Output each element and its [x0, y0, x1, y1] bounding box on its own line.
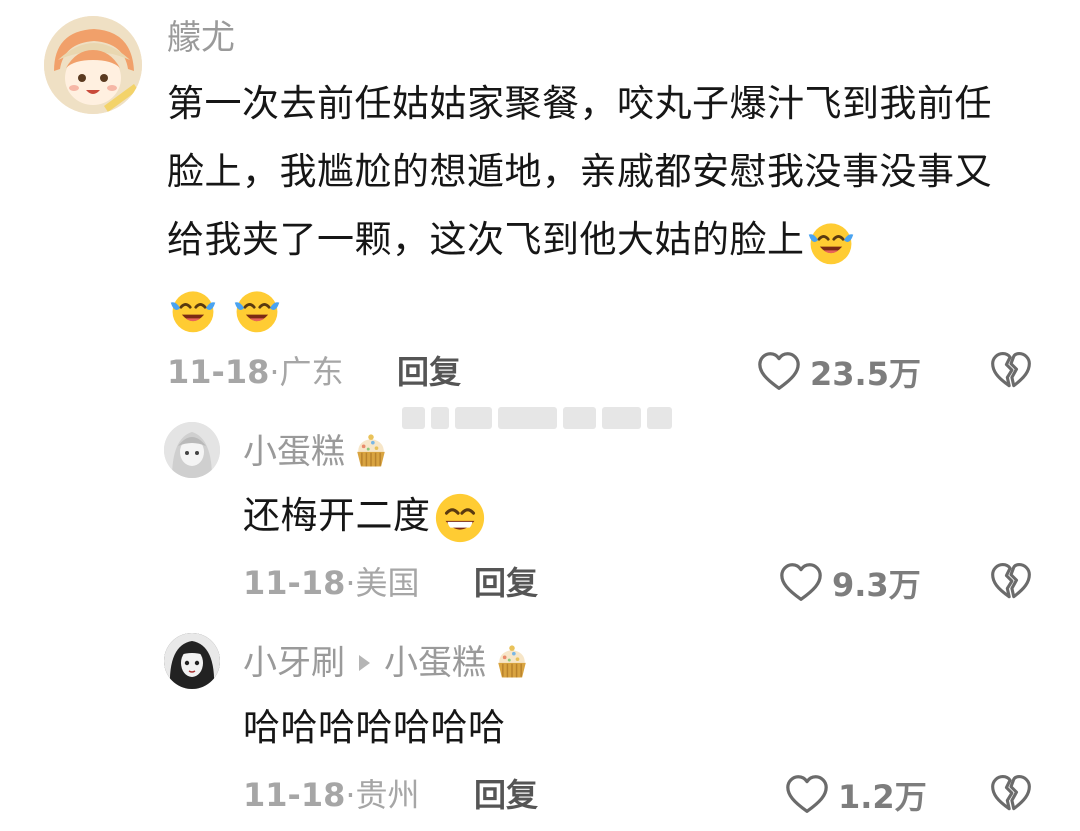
crying-laughing-emoji [167, 284, 219, 336]
heart-icon [784, 772, 830, 818]
comment-text: 还梅开二度 [243, 482, 843, 550]
crying-laughing-emoji [231, 284, 283, 336]
like-button[interactable]: 23.5万 [756, 349, 921, 395]
author-name: 小蛋糕 [243, 432, 345, 472]
reply-button[interactable]: 回复 [397, 352, 461, 392]
meta-separator: · [345, 776, 356, 814]
like-count: 23.5万 [810, 355, 921, 393]
grinning-emoji [433, 491, 487, 545]
heart-icon [756, 349, 802, 395]
like-count: 9.3万 [832, 566, 921, 604]
reply-button[interactable]: 回复 [474, 563, 538, 603]
comment-date: 11-18 [243, 776, 346, 814]
comment-text-content: 第一次去前任姑姑家聚餐，咬丸子爆汁飞到我前任脸上，我尴尬的想遁地，亲戚都安慰我没… [167, 82, 992, 261]
like-button[interactable]: 1.2万 [784, 772, 927, 818]
meta-separator: · [345, 564, 356, 602]
dislike-button[interactable] [989, 772, 1033, 816]
like-count: 1.2万 [838, 778, 927, 816]
reply-button[interactable]: 回复 [474, 775, 538, 815]
dislike-button[interactable] [989, 349, 1033, 393]
avatar[interactable] [44, 16, 142, 114]
comment-author[interactable]: 小牙刷 小蛋糕 [243, 643, 534, 683]
comment-text: 第一次去前任姑姑家聚餐，咬丸子爆汁飞到我前任脸上，我尴尬的想遁地，亲戚都安慰我没… [167, 70, 1027, 342]
comment-date: 11-18 [167, 353, 270, 391]
author-name: 小牙刷 [243, 643, 345, 683]
comment-meta: 11-18·贵州 [243, 775, 420, 815]
comment-location: 美国 [355, 564, 420, 602]
comment-author[interactable]: 艨尤 [167, 18, 235, 58]
meta-separator: · [269, 353, 280, 391]
cupcake-icon [490, 639, 534, 683]
comment-meta: 11-18·广东 [167, 352, 344, 392]
comment-text-content: 还梅开二度 [243, 494, 431, 537]
crying-laughing-emoji [805, 216, 857, 268]
dislike-button[interactable] [989, 560, 1033, 604]
comment-author[interactable]: 小蛋糕 [243, 432, 393, 472]
avatar-girl-icon [44, 16, 142, 114]
comment-location: 广东 [279, 353, 344, 391]
reply-to-name[interactable]: 小蛋糕 [384, 643, 486, 683]
collapsed-replies-bar[interactable] [402, 404, 672, 432]
comment-text: 哈哈哈哈哈哈哈 [243, 706, 506, 749]
cupcake-icon [349, 428, 393, 472]
like-button[interactable]: 9.3万 [778, 560, 921, 606]
avatar-dark-hair-icon [164, 633, 220, 689]
reply-arrow-icon [359, 654, 370, 671]
avatar-anime-icon [164, 422, 220, 478]
comment-date: 11-18 [243, 564, 346, 602]
heart-icon [778, 560, 824, 606]
comment-meta: 11-18·美国 [243, 563, 420, 603]
avatar[interactable] [164, 633, 220, 689]
avatar[interactable] [164, 422, 220, 478]
comment-location: 贵州 [355, 776, 420, 814]
